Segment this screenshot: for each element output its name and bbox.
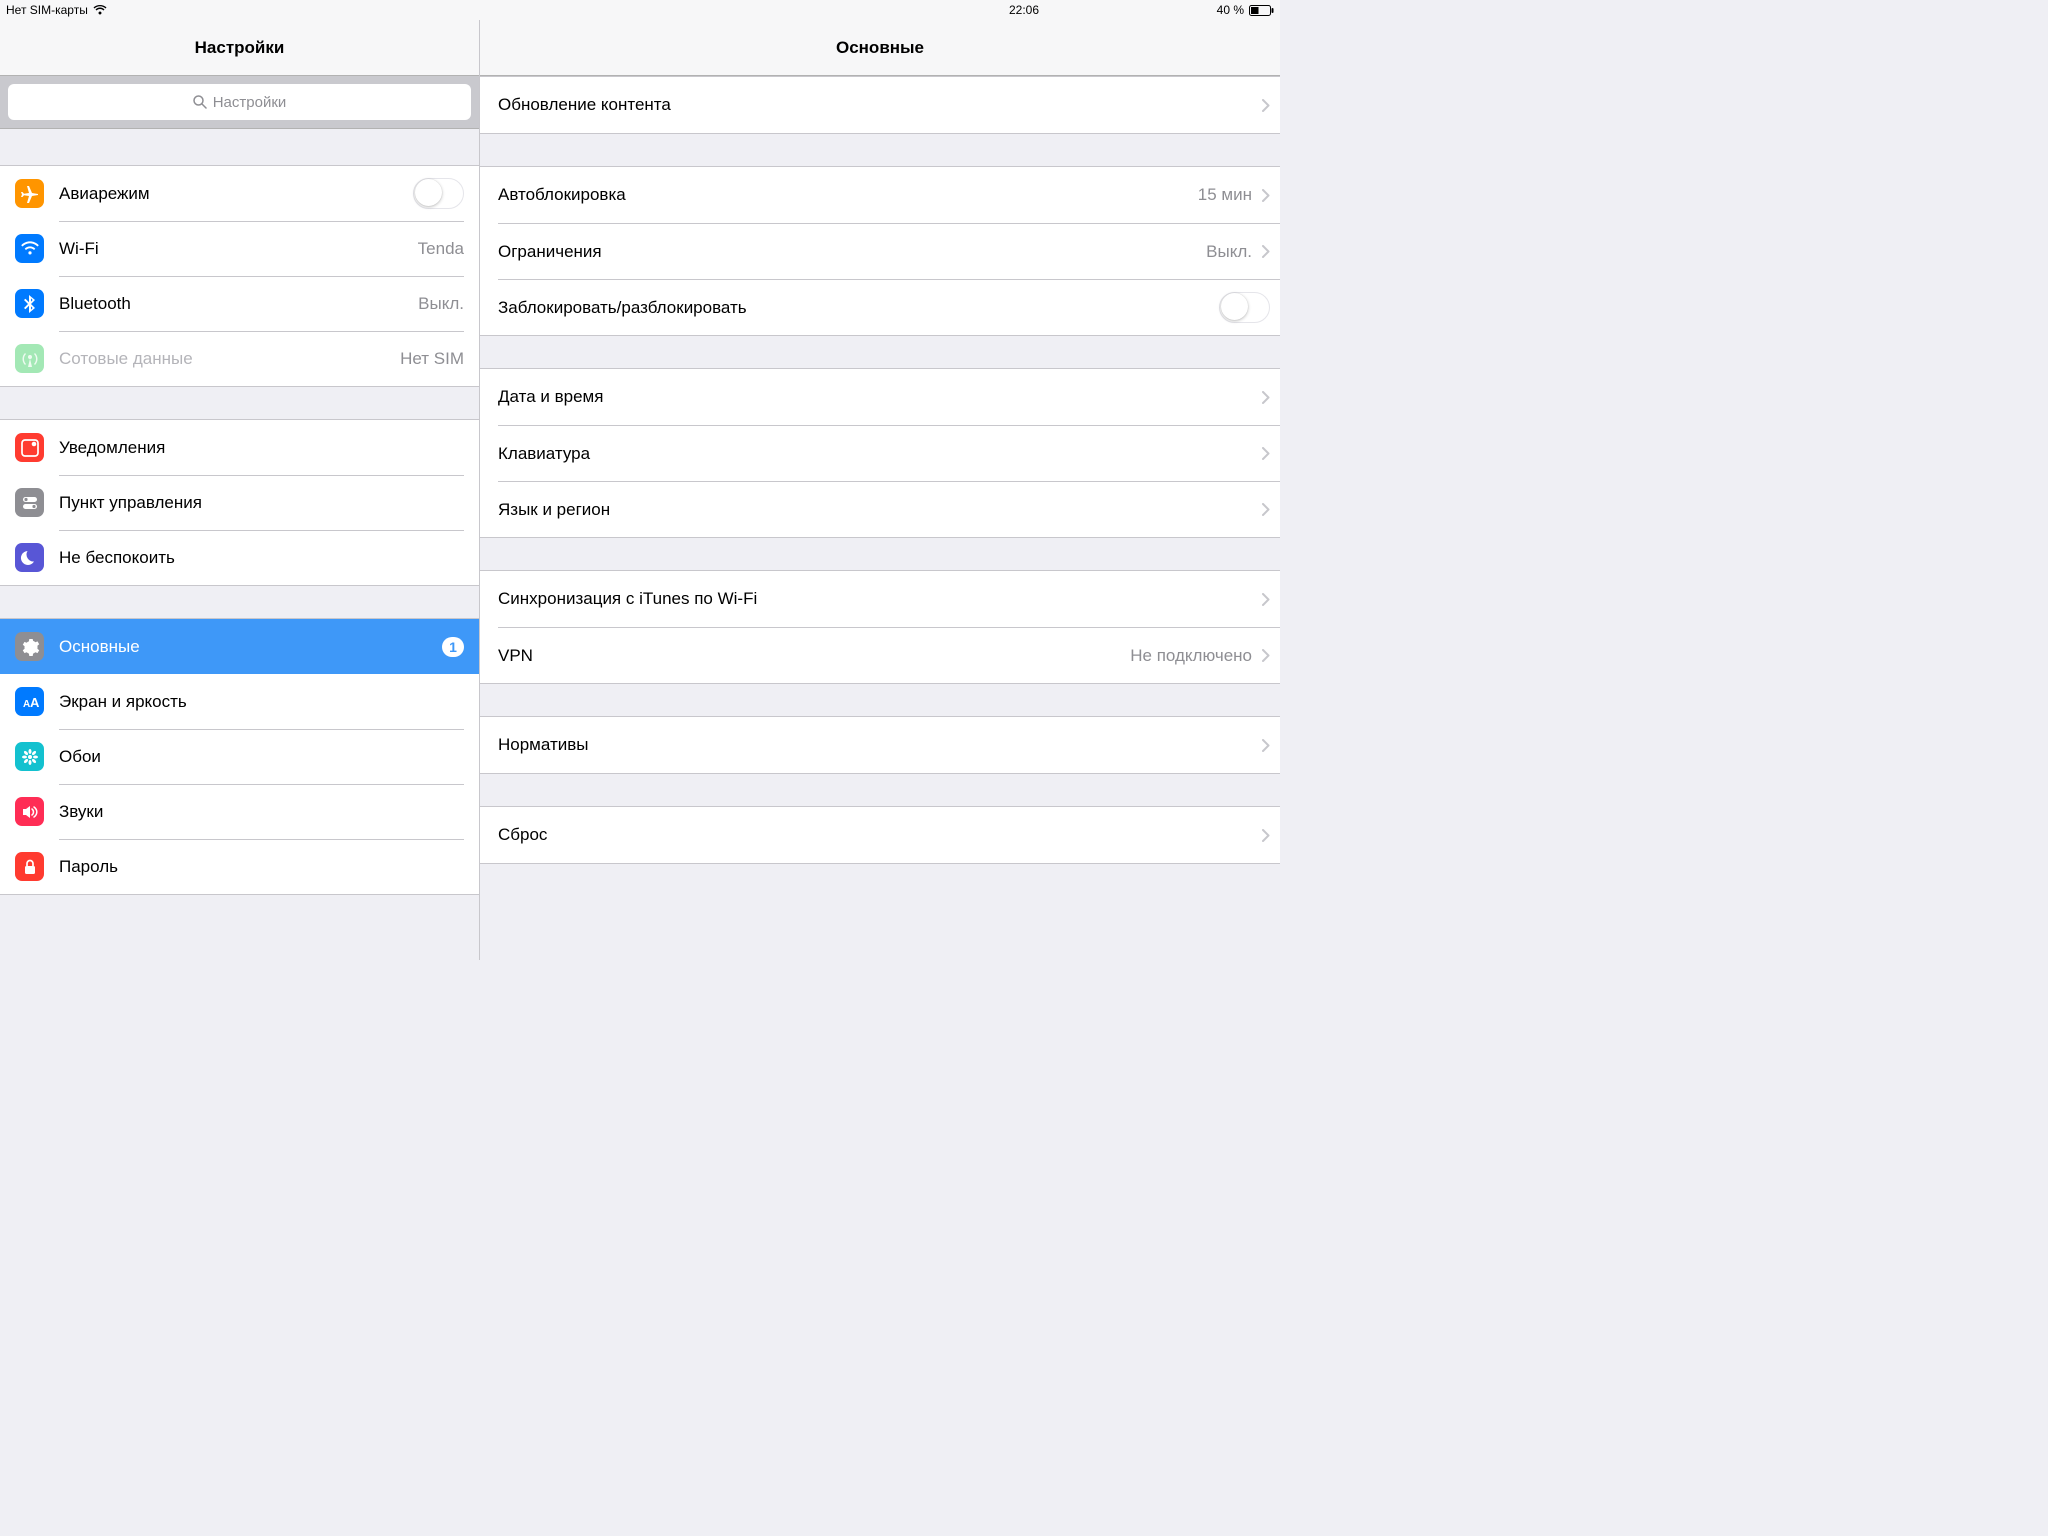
sidebar-item-value: Нет SIM <box>400 349 464 369</box>
chevron-right-icon <box>1262 391 1270 404</box>
wifi-icon <box>15 234 44 263</box>
sidebar-item-label: Основные <box>59 637 442 657</box>
detail-item-lock-unlock[interactable]: Заблокировать/разблокировать <box>480 279 1280 335</box>
sidebar-item-cellular: Сотовые данные Нет SIM <box>0 331 479 386</box>
detail-item-reset[interactable]: Сброс <box>480 807 1280 863</box>
detail-item-label: Клавиатура <box>498 444 1256 464</box>
sidebar-item-passcode[interactable]: Пароль <box>0 839 479 894</box>
detail-item-value: Выкл. <box>1206 242 1252 262</box>
carrier-text: Нет SIM-карты <box>6 3 88 17</box>
chevron-right-icon <box>1262 829 1270 842</box>
detail-item-label: Дата и время <box>498 387 1256 407</box>
detail-item-label: Обновление контента <box>498 95 1256 115</box>
sidebar-item-wallpaper[interactable]: Обои <box>0 729 479 784</box>
chevron-right-icon <box>1262 503 1270 516</box>
sidebar-item-label: Не беспокоить <box>59 548 464 568</box>
sidebar-item-label: Сотовые данные <box>59 349 394 369</box>
flower-icon <box>15 742 44 771</box>
sidebar-item-value: Выкл. <box>418 294 464 314</box>
detail-item-label: Синхронизация с iTunes по Wi-Fi <box>498 589 1256 609</box>
search-input[interactable]: Настройки <box>8 84 471 120</box>
detail-item-label: Автоблокировка <box>498 185 1198 205</box>
detail-item-value: 15 мин <box>1198 185 1252 205</box>
sidebar-item-wifi[interactable]: Wi-Fi Tenda <box>0 221 479 276</box>
toggle-airplane[interactable] <box>413 178 464 209</box>
sidebar: Настройки Настройки Авиарежим Wi-Fi Tenda B… <box>0 20 480 960</box>
antenna-icon <box>15 344 44 373</box>
switches-icon <box>15 488 44 517</box>
chevron-right-icon <box>1262 447 1270 460</box>
detail-item-vpn[interactable]: VPNНе подключено <box>480 627 1280 683</box>
detail-item-label: Ограничения <box>498 242 1206 262</box>
wifi-status-icon <box>93 5 107 15</box>
detail-item-label: Сброс <box>498 825 1256 845</box>
detail-item-label: Язык и регион <box>498 500 1256 520</box>
detail-item-label: Нормативы <box>498 735 1256 755</box>
chevron-right-icon <box>1262 189 1270 202</box>
detail-item-background-refresh[interactable]: Обновление контента <box>480 77 1280 133</box>
battery-icon <box>1249 5 1274 16</box>
sidebar-item-value: Tenda <box>418 239 464 259</box>
gear-icon <box>15 632 44 661</box>
sidebar-item-control-center[interactable]: Пункт управления <box>0 475 479 530</box>
sidebar-item-label: Bluetooth <box>59 294 412 314</box>
svg-text:A: A <box>30 695 40 710</box>
detail-item-auto-lock[interactable]: Автоблокировка15 мин <box>480 167 1280 223</box>
sidebar-item-label: Уведомления <box>59 438 464 458</box>
sidebar-item-notifications[interactable]: Уведомления <box>0 420 479 475</box>
detail-item-label: VPN <box>498 646 1130 666</box>
sidebar-title: Настройки <box>0 20 479 76</box>
sidebar-item-bluetooth[interactable]: Bluetooth Выкл. <box>0 276 479 331</box>
moon-icon <box>15 543 44 572</box>
sidebar-item-label: Wi-Fi <box>59 239 412 259</box>
speaker-icon <box>15 797 44 826</box>
toggle-lock-unlock[interactable] <box>1219 292 1270 323</box>
chevron-right-icon <box>1262 245 1270 258</box>
status-bar: Нет SIM-карты 22:06 40 % <box>0 0 1280 20</box>
chevron-right-icon <box>1262 739 1270 752</box>
detail-pane: Основные Обновление контента Автоблокиров… <box>480 20 1280 960</box>
detail-item-label: Заблокировать/разблокировать <box>498 298 1219 318</box>
sidebar-item-general[interactable]: Основные1 <box>0 619 479 674</box>
chevron-right-icon <box>1262 593 1270 606</box>
detail-item-keyboard[interactable]: Клавиатура <box>480 425 1280 481</box>
sidebar-item-label: Обои <box>59 747 464 767</box>
sidebar-item-label: Пароль <box>59 857 464 877</box>
sidebar-item-sounds[interactable]: Звуки <box>0 784 479 839</box>
detail-item-itunes-wifi-sync[interactable]: Синхронизация с iTunes по Wi-Fi <box>480 571 1280 627</box>
detail-item-language[interactable]: Язык и регион <box>480 481 1280 537</box>
sidebar-item-label: Авиарежим <box>59 184 413 204</box>
chevron-right-icon <box>1262 649 1270 662</box>
chevron-right-icon <box>1262 99 1270 112</box>
sidebar-item-airplane[interactable]: Авиарежим <box>0 166 479 221</box>
lock-icon <box>15 852 44 881</box>
sidebar-item-label: Пункт управления <box>59 493 464 513</box>
notifications-icon <box>15 433 44 462</box>
bluetooth-icon <box>15 289 44 318</box>
airplane-icon <box>15 179 44 208</box>
sidebar-item-label: Звуки <box>59 802 464 822</box>
detail-item-value: Не подключено <box>1130 646 1252 666</box>
sidebar-item-display[interactable]: AA Экран и яркость <box>0 674 479 729</box>
detail-item-regulatory[interactable]: Нормативы <box>480 717 1280 773</box>
search-placeholder: Настройки <box>213 94 287 111</box>
status-time: 22:06 <box>1009 3 1039 17</box>
sidebar-item-dnd[interactable]: Не беспокоить <box>0 530 479 585</box>
detail-item-date-time[interactable]: Дата и время <box>480 369 1280 425</box>
sidebar-item-label: Экран и яркость <box>59 692 464 712</box>
detail-title: Основные <box>480 20 1280 76</box>
badge: 1 <box>442 637 464 657</box>
text-size-icon: AA <box>15 687 44 716</box>
search-icon <box>193 95 207 109</box>
detail-item-restrictions[interactable]: ОграниченияВыкл. <box>480 223 1280 279</box>
battery-text: 40 % <box>1217 3 1244 17</box>
